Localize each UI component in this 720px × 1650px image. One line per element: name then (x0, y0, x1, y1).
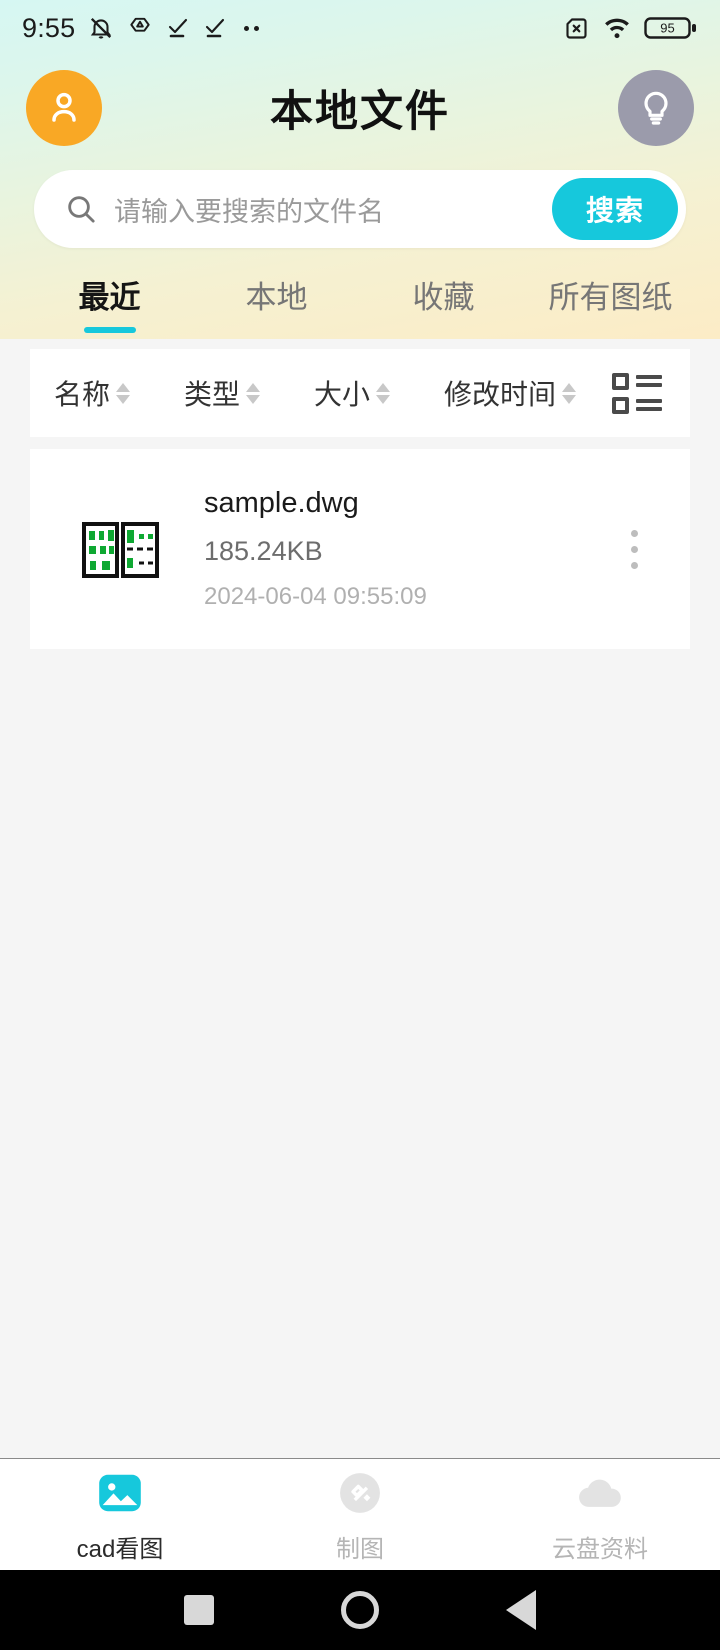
search-input[interactable]: 请输入要搜索的文件名 (64, 190, 552, 229)
file-size: 185.24KB (204, 536, 323, 566)
tab-all-drawings[interactable]: 所有图纸 (527, 272, 694, 339)
tab-local-label: 本地 (245, 280, 308, 315)
cloud-icon (573, 1466, 627, 1520)
search-button[interactable]: 搜索 (551, 178, 678, 240)
sort-by-name[interactable]: 名称 (54, 373, 131, 413)
tab-recent[interactable]: 最近 (26, 272, 193, 339)
nav-item-cad-viewer[interactable]: cad看图 (0, 1466, 240, 1564)
status-time: 9:55 (22, 12, 76, 43)
checkmark-icon (166, 16, 190, 40)
lightbulb-icon (644, 91, 668, 125)
more-dots-icon (240, 25, 260, 31)
nav-item-cloud-files[interactable]: 云盘资料 (480, 1466, 720, 1564)
tab-bar: 最近 本地 收藏 所有图纸 (0, 248, 720, 339)
page-title: 本地文件 (270, 88, 450, 136)
nav-label-cloud-files: 云盘资料 (552, 1535, 648, 1563)
home-circle-button[interactable] (340, 1591, 379, 1629)
file-name: sample.dwg (204, 487, 359, 519)
list-view-icon[interactable] (608, 369, 666, 418)
avatar[interactable] (26, 70, 102, 146)
cad-drawing-thumbnail (82, 510, 160, 588)
no-sim-icon (563, 15, 590, 42)
battery-icon: 95 (644, 14, 698, 42)
search-section: 请输入要搜索的文件名 搜索 (0, 160, 720, 248)
sort-arrows-icon-2 (246, 382, 261, 404)
person-icon (52, 92, 76, 122)
android-system-nav-bar (0, 1570, 720, 1650)
tab-recent-label: 最近 (78, 280, 141, 315)
tab-favorites[interactable]: 收藏 (360, 272, 527, 339)
file-list: sample.dwg 185.24KB 2024-06-04 09:55:09 (30, 449, 690, 649)
tab-all-drawings-label: 所有图纸 (548, 280, 673, 315)
checkmark-icon-2 (203, 16, 227, 40)
nav-item-drafting[interactable]: 制图 (240, 1466, 480, 1564)
sort-name-label: 名称 (54, 379, 111, 410)
bottom-nav-bar: cad看图 制图 云盘资料 (0, 1458, 720, 1570)
search-placeholder: 请输入要搜索的文件名 (114, 196, 384, 227)
triangle-app-icon (127, 15, 153, 41)
tab-favorites-label: 收藏 (412, 280, 475, 315)
nav-label-cad-viewer: cad看图 (76, 1535, 164, 1563)
status-bar: 9:55 95 (0, 0, 720, 56)
file-info: sample.dwg 185.24KB 2024-06-04 09:55:09 (204, 487, 604, 611)
nav-label-drafting: 制图 (336, 1535, 384, 1563)
status-bar-right: 95 (563, 14, 698, 42)
battery-percent-text: 95 (660, 21, 674, 36)
recents-square-button[interactable] (183, 1595, 214, 1625)
search-icon (68, 196, 95, 223)
sort-type-label: 类型 (184, 379, 241, 410)
sort-arrows-icon-3 (376, 382, 391, 404)
drafting-icon (333, 1466, 387, 1520)
tab-active-indicator (83, 327, 136, 333)
sort-arrows-icon-4 (562, 382, 577, 404)
top-gradient-region: 9:55 95 本地文件 请输入要搜索的文件名 搜索 最近 本地 收藏 所有图纸 (0, 0, 720, 339)
sort-arrows-icon (116, 382, 131, 404)
page-header: 本地文件 (0, 56, 720, 160)
tab-local[interactable]: 本地 (193, 272, 360, 339)
sort-by-type[interactable]: 类型 (184, 373, 261, 413)
sort-by-modified-time[interactable]: 修改时间 (444, 373, 577, 413)
tips-button[interactable] (618, 70, 694, 146)
status-bar-left: 9:55 (22, 12, 260, 44)
silent-bell-icon (88, 15, 114, 41)
file-date: 2024-06-04 09:55:09 (204, 583, 427, 610)
sort-bar: 名称 类型 大小 修改时间 (30, 349, 690, 437)
sort-modified-label: 修改时间 (444, 379, 557, 410)
search-bar[interactable]: 请输入要搜索的文件名 搜索 (34, 170, 686, 248)
sort-size-label: 大小 (314, 379, 371, 410)
list-item[interactable]: sample.dwg 185.24KB 2024-06-04 09:55:09 (30, 449, 690, 649)
image-icon (93, 1466, 147, 1520)
wifi-icon (603, 14, 631, 42)
content-area: 名称 类型 大小 修改时间 sample.dwg 185.24KB 2024-0… (0, 339, 720, 1458)
kebab-menu-icon[interactable] (604, 529, 664, 569)
app-root: 9:55 95 本地文件 请输入要搜索的文件名 搜索 最近 本地 收藏 所有图纸… (0, 0, 720, 1650)
back-triangle-button[interactable] (506, 1590, 537, 1630)
sort-by-size[interactable]: 大小 (314, 373, 391, 413)
